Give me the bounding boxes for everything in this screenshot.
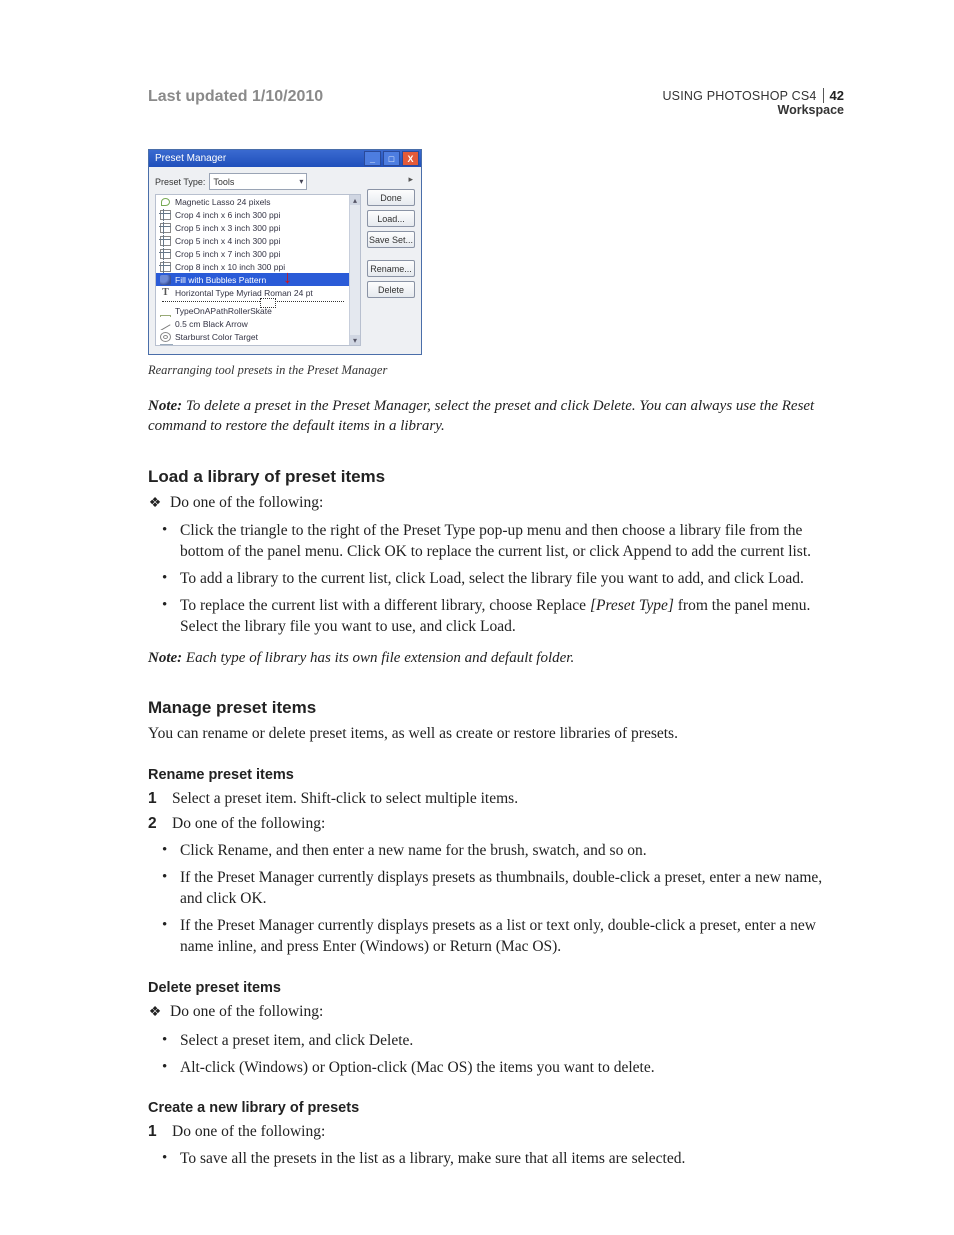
crop-icon (160, 236, 171, 246)
crop-icon (160, 249, 171, 259)
note-paragraph: Note: To delete a preset in the Preset M… (148, 396, 844, 437)
step-item: 1Do one of the following: (148, 1122, 844, 1143)
preset-type-value: Tools (213, 177, 234, 187)
dialog-titlebar: Preset Manager _ □ X (149, 150, 421, 167)
list-item[interactable]: Crop 5 inch x 3 inch 300 ppi (156, 221, 350, 234)
heading-create: Create a new library of presets (148, 1100, 844, 1116)
art-history-icon (160, 344, 173, 347)
brush-icon (160, 275, 171, 285)
lead-delete: Do one of the following: (148, 1002, 844, 1023)
heading-load-library: Load a library of preset items (148, 467, 844, 487)
list-item[interactable]: Starburst Color Target (156, 330, 350, 343)
line-icon (160, 319, 171, 329)
step-item: 2Do one of the following: (148, 814, 844, 835)
last-updated: Last updated 1/10/2010 (148, 88, 323, 106)
list-item[interactable]: Art History Brush 20 pixels (156, 343, 350, 346)
bullet-item: If the Preset Manager currently displays… (162, 916, 844, 958)
maximize-icon[interactable]: □ (383, 151, 400, 166)
heading-rename: Rename preset items (148, 767, 844, 783)
note-label: Note: (148, 398, 182, 414)
scroll-down-icon[interactable]: ▾ (350, 335, 360, 345)
step-item: 1Select a preset item. Shift-click to se… (148, 789, 844, 810)
bullet-item: Click Rename, and then enter a new name … (162, 841, 844, 862)
target-icon (160, 332, 171, 342)
list-item[interactable]: Magnetic Lasso 24 pixels (156, 195, 350, 208)
close-icon[interactable]: X (402, 151, 419, 166)
page-number: 42 (823, 88, 844, 103)
note-paragraph: Note: Each type of library has its own f… (148, 648, 844, 668)
crop-icon (160, 223, 171, 233)
dialog-title: Preset Manager (155, 153, 226, 164)
panel-menu-icon[interactable]: ▸ (408, 173, 415, 185)
bullet-item: To add a library to the current list, cl… (162, 569, 844, 590)
chevron-down-icon: ▾ (299, 177, 303, 186)
bullet-item: To save all the presets in the list as a… (162, 1149, 844, 1170)
load-button[interactable]: Load... (367, 210, 415, 227)
lead-load: Do one of the following: (148, 493, 844, 514)
list-item[interactable]: Crop 5 inch x 4 inch 300 ppi (156, 234, 350, 247)
preset-list: Magnetic Lasso 24 pixels Crop 4 inch x 6… (155, 194, 361, 346)
heading-manage: Manage preset items (148, 698, 844, 718)
bullet-item: Select a preset item, and click Delete. (162, 1031, 844, 1052)
type-icon: T (160, 288, 171, 298)
section-name: Workspace (662, 103, 844, 117)
save-set-button[interactable]: Save Set... (367, 231, 415, 248)
scroll-up-icon[interactable]: ▴ (350, 195, 360, 205)
bullet-item: If the Preset Manager currently displays… (162, 868, 844, 910)
done-button[interactable]: Done (367, 189, 415, 206)
figure-caption: Rearranging tool presets in the Preset M… (148, 363, 844, 378)
bullet-item: Click the triangle to the right of the P… (162, 521, 844, 563)
minimize-icon[interactable]: _ (364, 151, 381, 166)
crop-icon (160, 262, 171, 272)
list-item[interactable]: THorizontal Type Myriad Roman 24 pt (156, 286, 350, 299)
note-text: To delete a preset in the Preset Manager… (148, 398, 814, 434)
preset-manager-dialog: Preset Manager _ □ X Preset Type: Tools … (148, 149, 422, 355)
list-item-selected[interactable]: Fill with Bubbles Pattern (156, 273, 350, 286)
delete-button[interactable]: Delete (367, 281, 415, 298)
crop-icon (160, 210, 171, 220)
list-item[interactable]: Crop 8 inch x 10 inch 300 ppi (156, 260, 350, 273)
lasso-icon (160, 197, 171, 207)
type-icon (160, 315, 171, 318)
bullet-item: To replace the current list with a diffe… (162, 596, 844, 638)
diamond-bullet-icon (148, 1002, 162, 1023)
note-text: Each type of library has its own file ex… (186, 650, 574, 666)
doc-title: USING PHOTOSHOP CS4 (662, 89, 816, 103)
list-item[interactable]: Crop 5 inch x 7 inch 300 ppi (156, 247, 350, 260)
list-item[interactable]: Crop 4 inch x 6 inch 300 ppi (156, 208, 350, 221)
rename-button[interactable]: Rename... (367, 260, 415, 277)
list-item[interactable]: 0.5 cm Black Arrow (156, 317, 350, 330)
page-header: Last updated 1/10/2010 USING PHOTOSHOP C… (148, 88, 844, 117)
bullet-item: Alt-click (Windows) or Option-click (Mac… (162, 1058, 844, 1079)
preset-type-dropdown[interactable]: Tools ▾ (209, 173, 307, 190)
heading-delete: Delete preset items (148, 980, 844, 996)
diamond-bullet-icon (148, 493, 162, 514)
list-item[interactable]: TypeOnAPathRollerSkate (156, 304, 350, 317)
manage-intro: You can rename or delete preset items, a… (148, 724, 844, 745)
preset-type-label: Preset Type: (155, 177, 205, 187)
drag-arrow-icon: ↓ (283, 267, 292, 288)
drag-insertion-line (162, 301, 344, 302)
note-label: Note: (148, 650, 182, 666)
scrollbar[interactable]: ▴ ▾ (349, 195, 360, 345)
